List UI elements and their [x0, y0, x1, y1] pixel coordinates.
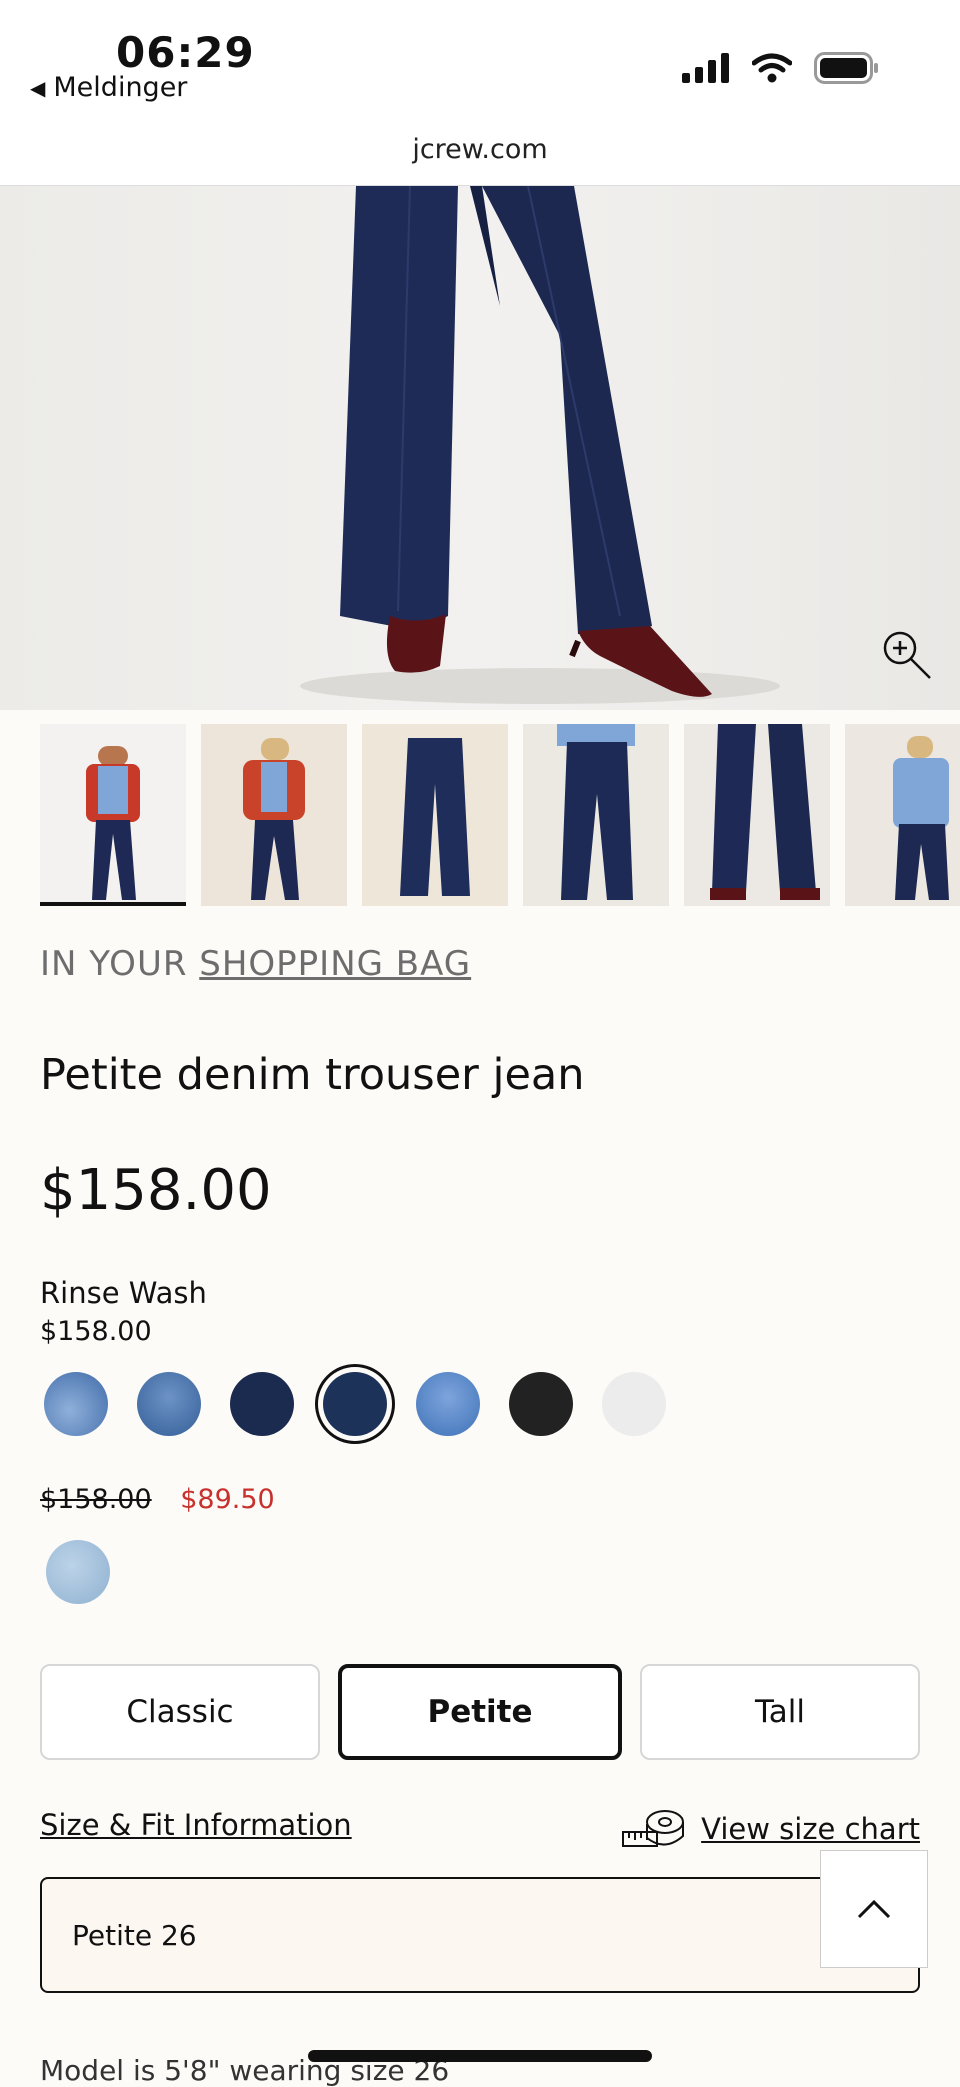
thumbnail-3[interactable] [362, 724, 508, 906]
url-text: jcrew.com [412, 134, 548, 165]
in-your-bag-notice: IN YOUR SHOPPING BAG [40, 944, 471, 984]
shopping-bag-link[interactable]: SHOPPING BAG [199, 944, 471, 984]
thumbnail-1[interactable] [40, 724, 186, 906]
zoom-in-icon[interactable] [878, 626, 934, 682]
swatch-1[interactable] [44, 1372, 108, 1436]
swatch-6[interactable] [509, 1372, 573, 1436]
thumbnail-5[interactable] [684, 724, 830, 906]
wifi-icon [752, 53, 792, 83]
fit-petite-button[interactable]: Petite [338, 1664, 622, 1760]
swatch-7[interactable] [602, 1372, 666, 1436]
size-chart-link-group[interactable]: View size chart [621, 1808, 920, 1850]
scroll-to-top-button[interactable] [820, 1850, 928, 1968]
swatch-4-selected[interactable] [323, 1372, 387, 1436]
size-select[interactable]: Petite 26 [40, 1877, 920, 1993]
swatch-3[interactable] [230, 1372, 294, 1436]
system-icons [682, 52, 880, 84]
product-name: Petite denim trouser jean [40, 1050, 585, 1100]
product-price: $158.00 [40, 1158, 272, 1223]
swatch-2[interactable] [137, 1372, 201, 1436]
sale-price: $89.50 [180, 1484, 275, 1515]
size-fit-info-link[interactable]: Size & Fit Information [40, 1808, 352, 1842]
fit-selector: Classic Petite Tall [40, 1664, 920, 1760]
sale-swatch[interactable] [46, 1540, 110, 1604]
fit-classic-button[interactable]: Classic [40, 1664, 320, 1760]
thumbnail-2[interactable] [201, 724, 347, 906]
chevron-up-icon [857, 1899, 891, 1919]
home-indicator[interactable] [308, 2050, 652, 2062]
battery-icon [814, 52, 878, 84]
back-to-app[interactable]: ◀ Meldinger [30, 72, 187, 103]
back-label: Meldinger [53, 72, 188, 103]
thumbnail-4[interactable] [523, 724, 669, 906]
sale-price-row: $158.00 $89.50 [40, 1484, 275, 1515]
swatch-5[interactable] [416, 1372, 480, 1436]
product-hero-image[interactable] [0, 186, 960, 710]
original-price: $158.00 [40, 1484, 152, 1515]
thumbnail-6[interactable] [845, 724, 960, 906]
color-swatches [44, 1372, 666, 1436]
view-size-chart-link[interactable]: View size chart [701, 1812, 920, 1846]
back-triangle-icon: ◀ [30, 75, 46, 100]
jeans-photo [0, 186, 960, 710]
size-select-value: Petite 26 [72, 1918, 197, 1952]
fit-tall-button[interactable]: Tall [640, 1664, 920, 1760]
measuring-tape-icon [622, 1810, 685, 1847]
size-links: Size & Fit Information View size chart [40, 1808, 920, 1852]
status-bar: 06:29 ◀ Meldinger [0, 0, 960, 120]
selected-color-name: Rinse Wash [40, 1276, 207, 1310]
bag-prefix: IN YOUR [40, 944, 188, 984]
address-bar[interactable]: jcrew.com [0, 120, 960, 186]
selected-color-price: $158.00 [40, 1316, 152, 1347]
clock: 06:29 [116, 28, 255, 77]
signal-icon [682, 53, 729, 83]
thumbnail-strip [0, 724, 960, 908]
